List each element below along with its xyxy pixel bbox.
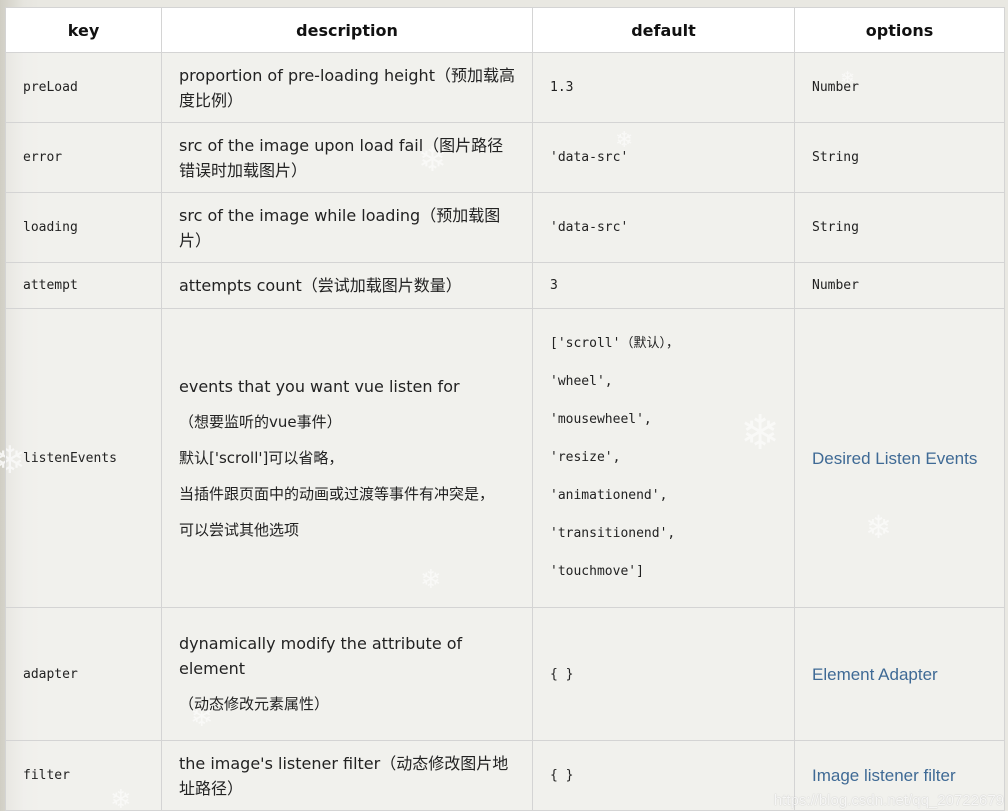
cell-key: loading [5,192,162,263]
cell-default: 'data-src' [532,192,795,263]
cell-option: String [794,122,1005,193]
table-row-error: error src of the image upon load fail（图片… [5,122,1005,193]
element-adapter-link[interactable]: Element Adapter [794,607,1005,741]
header-default: default [532,7,795,53]
cell-description: proportion of pre-loading height（预加载高度比例… [161,52,533,123]
event-line: 'animationend', [550,488,668,503]
description-line: 默认['scroll']可以省略， [179,448,344,467]
event-line: 'resize', [550,450,621,465]
cell-key: attempt [5,262,162,309]
event-line: 'wheel', [550,374,613,389]
cell-option: Number [794,52,1005,123]
header-key: key [5,7,162,53]
event-line: 'touchmove'] [550,564,644,579]
description-line: dynamically modify the attribute of elem… [179,634,463,678]
cell-default: { } [532,607,795,741]
header-options: options [794,7,1005,53]
desired-listen-events-link[interactable]: Desired Listen Events [794,308,1005,608]
page: ❄ ❄ ❄ ❄ ❄ ❄ ❄ ❄ ❄ key description defaul… [0,0,1008,811]
cell-option: String [794,192,1005,263]
table-row-listenevents: listenEvents events that you want vue li… [5,308,1005,608]
options-table: key description default options preLoad … [5,7,1005,811]
cell-key: error [5,122,162,193]
description-line: （动态修改元素属性） [179,695,330,713]
cell-key: filter [5,740,162,811]
cell-default: 'data-src' [532,122,795,193]
header-description: description [161,7,533,53]
cell-description: the image's listener filter（动态修改图片地址路径） [161,740,533,811]
cell-description: src of the image while loading（预加载图片） [161,192,533,263]
description-line: 当插件跟页面中的动画或过渡等事件有冲突是， [179,484,495,503]
event-line: 'transitionend', [550,526,676,541]
cell-key: adapter [5,607,162,741]
cell-default: { } [532,740,795,811]
table-row-preload: preLoad proportion of pre-loading height… [5,52,1005,123]
cell-description: dynamically modify the attribute of elem… [161,607,533,741]
description-line: 可以尝试其他选项 [179,520,300,539]
cell-default: 1.3 [532,52,795,123]
description-line: events that you want vue listen for [179,376,460,396]
cell-default: ['scroll'（默认）， 'wheel', 'mousewheel', 'r… [532,308,795,608]
cell-description: events that you want vue listen for （想要监… [161,308,533,608]
cell-option: Number [794,262,1005,309]
cell-key: preLoad [5,52,162,123]
watermark: https://blog.csdn.net/qq_20722679 [773,792,1004,809]
table-row-attempt: attempt attempts count（尝试加载图片数量） 3 Numbe… [5,262,1005,309]
cell-description: attempts count（尝试加载图片数量） [161,262,533,309]
cell-description: src of the image upon load fail（图片路径错误时加… [161,122,533,193]
event-line: 'mousewheel', [550,412,652,427]
cell-key: listenEvents [5,308,162,608]
cell-default: 3 [532,262,795,309]
description-line: （想要监听的vue事件） [179,412,342,431]
table-row-loading: loading src of the image while loading（预… [5,192,1005,263]
table-row-adapter: adapter dynamically modify the attribute… [5,607,1005,741]
event-line: ['scroll'（默认）， [550,336,679,351]
table-header-row: key description default options [5,7,1005,53]
